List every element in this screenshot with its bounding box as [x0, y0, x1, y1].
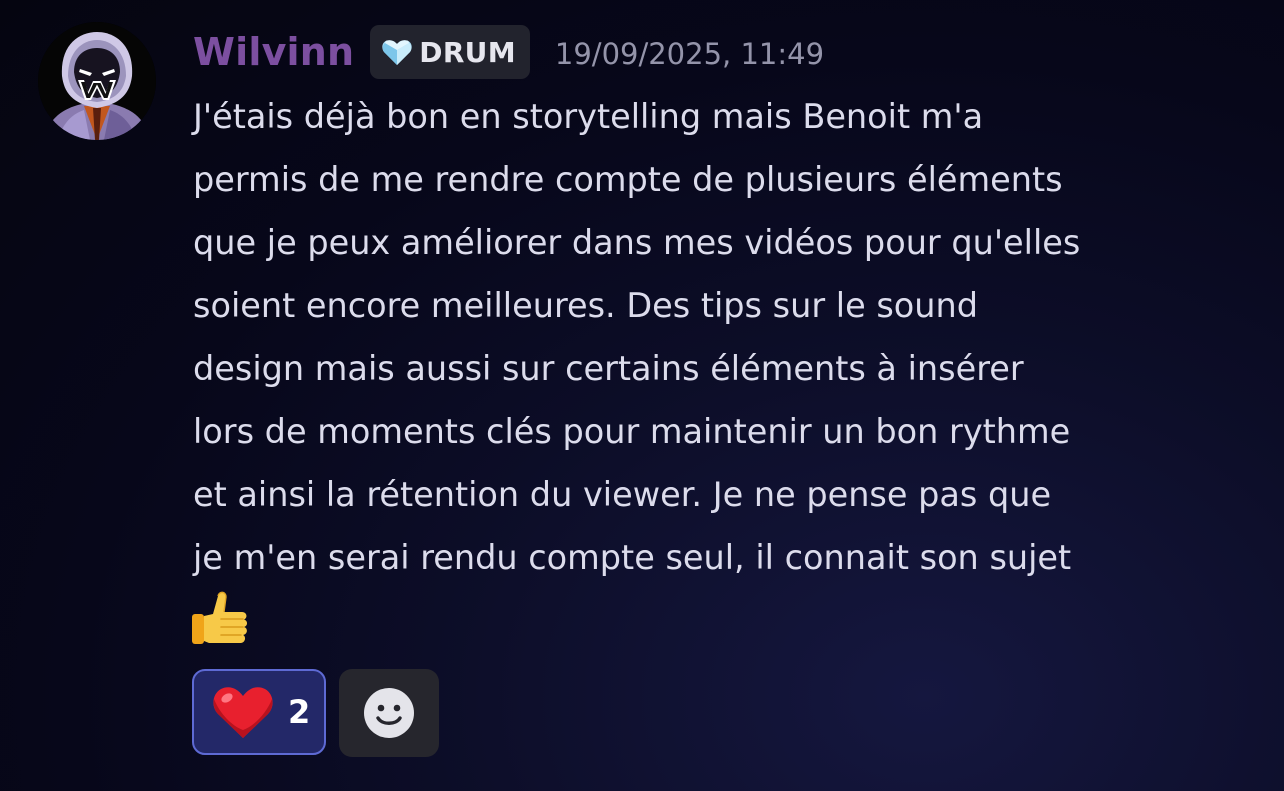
reaction-count: 2 [288, 693, 311, 731]
reaction-heart[interactable]: 2 [192, 669, 326, 755]
avatar-image [38, 22, 156, 140]
reactions-bar: 2 [192, 669, 439, 757]
message-text-line: lors de moments clés pour maintenir un b… [193, 412, 1071, 451]
message-content: J'étais déjà bon en storytelling mais Be… [193, 85, 1268, 589]
tag-label: DRUM [419, 35, 516, 69]
red-heart-emoji [213, 687, 273, 738]
message-text-line: que je peux améliorer dans mes vidéos po… [193, 223, 1081, 262]
smiley-face-icon [364, 688, 414, 738]
message-header: Wilvinn DRUM 19/09/2025, 11:49 [193, 22, 824, 82]
add-reaction-button[interactable] [339, 669, 439, 757]
server-tag[interactable]: DRUM [370, 25, 530, 79]
username[interactable]: Wilvinn [193, 30, 354, 74]
timestamp: 19/09/2025, 11:49 [554, 37, 825, 71]
chat-message: Wilvinn DRUM 19/09/2025, 11:49 J'étais d… [0, 0, 1284, 791]
message-text-line: design mais aussi sur certains éléments … [193, 349, 1024, 388]
message-text-line: je m'en serai rendu compte seul, il conn… [193, 538, 1072, 577]
heart-gem-icon [382, 39, 412, 65]
message-text-line: soient encore meilleures. Des tips sur l… [193, 286, 979, 325]
message-text-line: et ainsi la rétention du viewer. Je ne p… [193, 475, 1052, 514]
message-text-line: J'étais déjà bon en storytelling mais Be… [193, 97, 984, 136]
thumbs-up-emoji [192, 591, 247, 644]
message-text-line: permis de me rendre compte de plusieurs … [193, 160, 1063, 199]
avatar[interactable] [38, 22, 156, 140]
